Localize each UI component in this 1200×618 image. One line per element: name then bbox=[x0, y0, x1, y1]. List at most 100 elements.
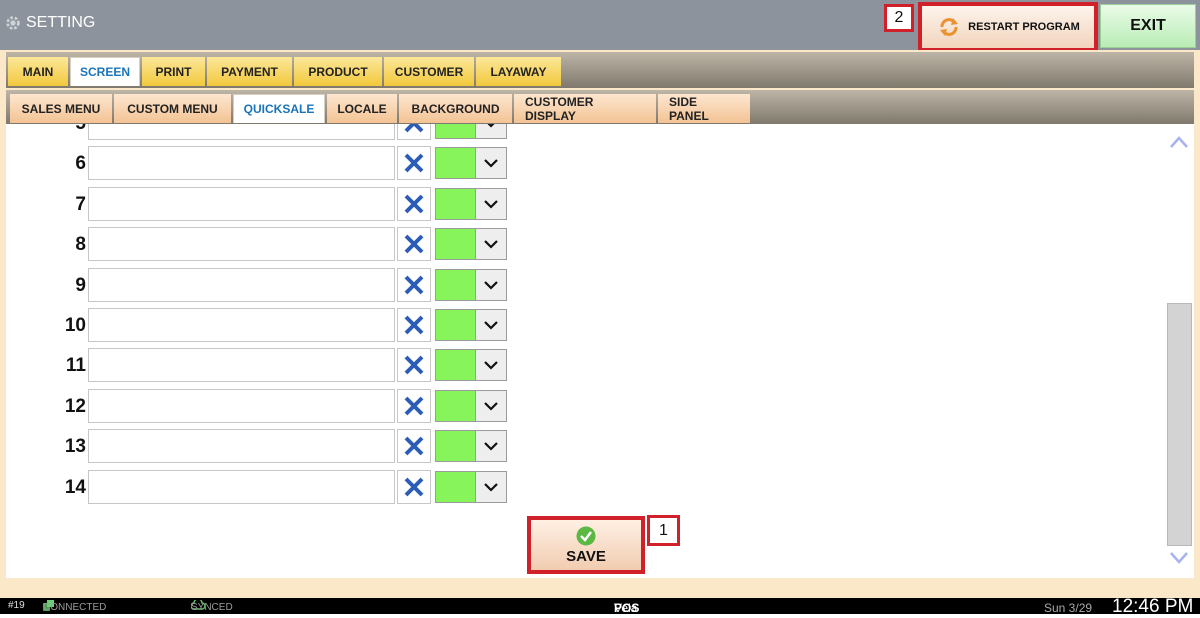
status-time: 12:46 PM bbox=[1112, 596, 1194, 617]
quicksale-name-input[interactable] bbox=[88, 267, 395, 302]
quicksale-row: 7 bbox=[6, 186, 526, 223]
quicksale-row: 8 bbox=[6, 227, 526, 263]
quicksale-name-input[interactable] bbox=[88, 124, 395, 140]
clear-button[interactable] bbox=[397, 348, 431, 383]
tab-sales-menu[interactable]: SALES MENU bbox=[10, 94, 112, 123]
color-picker[interactable] bbox=[435, 349, 507, 382]
restart-icon bbox=[940, 18, 959, 36]
quicksale-row: 13 bbox=[6, 429, 526, 465]
close-icon bbox=[404, 124, 424, 133]
close-icon bbox=[404, 355, 424, 375]
tab-payment[interactable]: PAYMENT bbox=[207, 57, 292, 86]
tab-side-panel-label: SIDE PANEL bbox=[669, 94, 709, 123]
scroll-down-button[interactable] bbox=[1167, 546, 1191, 570]
color-dropdown-button[interactable] bbox=[475, 350, 506, 381]
quicksale-name-input[interactable] bbox=[88, 388, 395, 423]
color-dropdown-button[interactable] bbox=[475, 124, 506, 138]
color-picker[interactable] bbox=[435, 147, 507, 180]
connection-status: CONNECTED bbox=[43, 600, 106, 613]
color-dropdown-button[interactable] bbox=[475, 229, 506, 260]
clear-button[interactable] bbox=[397, 227, 431, 262]
exit-button[interactable]: EXIT bbox=[1100, 4, 1196, 48]
quicksale-name-input[interactable] bbox=[88, 186, 395, 221]
terminal-number: #19 bbox=[8, 600, 25, 611]
quicksale-row: 11 bbox=[6, 348, 526, 384]
quicksale-name-input[interactable] bbox=[88, 348, 395, 383]
color-picker[interactable] bbox=[435, 309, 507, 341]
tab-locale[interactable]: LOCALE bbox=[327, 94, 397, 123]
tab-side-panel[interactable]: SIDE PANEL bbox=[658, 94, 750, 123]
tab-sales-menu-label: SALES MENU bbox=[21, 101, 101, 116]
color-swatch bbox=[436, 390, 475, 421]
color-picker[interactable] bbox=[435, 389, 507, 422]
clear-button[interactable] bbox=[397, 388, 431, 423]
quicksale-name-input[interactable] bbox=[88, 308, 395, 342]
quicksale-name-input[interactable] bbox=[88, 227, 395, 262]
color-dropdown-button[interactable] bbox=[475, 188, 506, 219]
clear-button[interactable] bbox=[397, 469, 431, 504]
quicksale-row: 10 bbox=[6, 308, 526, 344]
color-dropdown-button[interactable] bbox=[475, 471, 506, 502]
color-picker[interactable] bbox=[435, 430, 507, 463]
color-picker[interactable] bbox=[435, 228, 507, 261]
clear-button[interactable] bbox=[397, 186, 431, 221]
color-picker[interactable] bbox=[435, 470, 507, 503]
color-picker[interactable] bbox=[435, 124, 507, 139]
tab-screen[interactable]: SCREEN bbox=[70, 57, 140, 86]
scroll-up-button[interactable] bbox=[1167, 130, 1191, 154]
tab-product[interactable]: PRODUCT bbox=[294, 57, 382, 86]
color-dropdown-button[interactable] bbox=[475, 431, 506, 462]
connection-label: CONNECTED bbox=[43, 602, 107, 613]
row-number: 5 bbox=[36, 124, 86, 135]
sub-tabs: SALES MENU CUSTOM MENU QUICKSALE LOCALE … bbox=[10, 94, 752, 123]
tab-custom-menu-label: CUSTOM MENU bbox=[127, 101, 218, 116]
scrollbar-thumb[interactable] bbox=[1167, 303, 1192, 546]
color-dropdown-button[interactable] bbox=[475, 390, 506, 421]
tab-print[interactable]: PRINT bbox=[142, 57, 205, 86]
tab-layaway[interactable]: LAYAWAY bbox=[476, 57, 561, 86]
status-date: Sun 3/29 bbox=[1044, 601, 1093, 615]
gear-icon bbox=[6, 16, 20, 30]
color-dropdown-button[interactable] bbox=[475, 310, 506, 340]
tab-customer-label: CUSTOMER bbox=[394, 64, 464, 79]
color-dropdown-button[interactable] bbox=[475, 269, 506, 300]
quicksale-name-input[interactable] bbox=[88, 146, 395, 181]
quicksale-name-input[interactable] bbox=[88, 429, 395, 464]
quicksale-row: 14 bbox=[6, 469, 526, 506]
color-swatch bbox=[436, 229, 475, 260]
restart-program-button[interactable]: RESTART PROGRAM bbox=[918, 2, 1098, 52]
color-picker[interactable] bbox=[435, 187, 507, 220]
close-icon bbox=[404, 275, 424, 295]
sync-label: SYNCED bbox=[191, 602, 233, 613]
save-callout-number: 1 bbox=[647, 515, 680, 546]
close-icon bbox=[404, 396, 424, 416]
tab-custom-menu[interactable]: CUSTOM MENU bbox=[114, 94, 231, 123]
row-number: 14 bbox=[64, 476, 86, 498]
chevron-down-icon bbox=[487, 124, 495, 128]
tab-main[interactable]: MAIN bbox=[8, 57, 68, 86]
tab-quicksale[interactable]: QUICKSALE bbox=[233, 94, 325, 123]
clear-button[interactable] bbox=[397, 267, 431, 302]
tab-background[interactable]: BACKGROUND bbox=[399, 94, 512, 123]
close-icon bbox=[404, 315, 424, 335]
chevron-up-icon bbox=[1170, 136, 1188, 148]
color-dropdown-button[interactable] bbox=[475, 148, 506, 179]
save-button[interactable]: SAVE bbox=[527, 516, 645, 574]
window-title-group: SETTING bbox=[4, 14, 95, 32]
tab-product-label: PRODUCT bbox=[308, 64, 368, 79]
close-icon bbox=[404, 477, 424, 497]
clear-button[interactable] bbox=[397, 429, 431, 464]
clear-button[interactable] bbox=[397, 124, 431, 140]
tab-payment-label: PAYMENT bbox=[221, 64, 278, 79]
quicksale-name-input[interactable] bbox=[88, 469, 395, 504]
tab-customer-display[interactable]: CUSTOMER DISPLAY bbox=[514, 94, 656, 123]
clear-button[interactable] bbox=[397, 146, 431, 181]
clear-button[interactable] bbox=[397, 308, 431, 342]
tab-print-label: PRINT bbox=[155, 64, 192, 79]
tab-customer[interactable]: CUSTOMER bbox=[384, 57, 474, 86]
color-swatch bbox=[436, 471, 475, 502]
color-picker[interactable] bbox=[435, 268, 507, 301]
quicksale-row: 12 bbox=[6, 388, 526, 425]
tab-quicksale-label: QUICKSALE bbox=[243, 102, 315, 116]
tab-screen-label: SCREEN bbox=[80, 65, 131, 79]
